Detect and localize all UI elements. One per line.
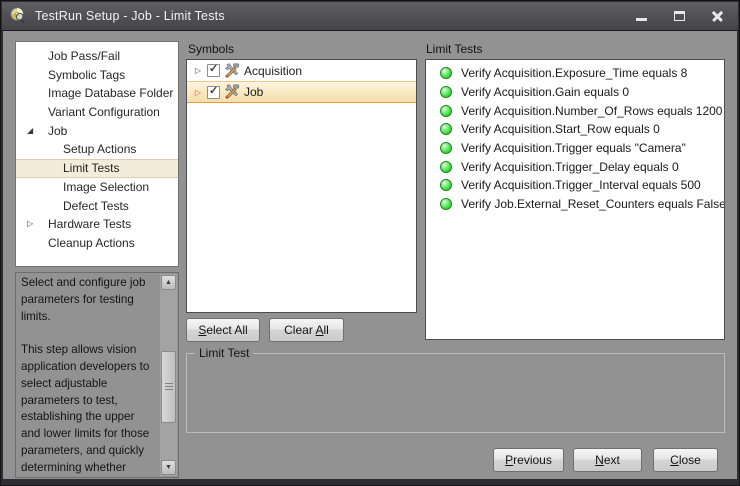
maximize-icon — [674, 11, 685, 21]
status-led-green-icon — [440, 105, 452, 117]
collapse-arrow-icon[interactable]: ◢ — [27, 122, 41, 141]
limit-test-item[interactable]: Verify Acquisition.Trigger_Interval equa… — [426, 176, 724, 195]
sidebar-item-defect-tests[interactable]: Defect Tests — [16, 197, 178, 216]
dialog-body: Job Pass/FailSymbolic TagsImage Database… — [3, 31, 737, 479]
maximize-button[interactable] — [666, 6, 692, 26]
description-paragraph: This step allows vision application deve… — [21, 342, 155, 475]
tools-icon — [224, 63, 240, 79]
sidebar-item-limit-tests[interactable]: Limit Tests — [16, 159, 178, 178]
sidebar-item-variant-configuration[interactable]: Variant Configuration — [16, 103, 178, 122]
scroll-thumb[interactable] — [161, 351, 176, 423]
sidebar-item-setup-actions[interactable]: Setup Actions — [16, 140, 178, 159]
close-button[interactable] — [704, 6, 730, 26]
sidebar-item-label: Image Database Folder — [16, 84, 173, 103]
previous-button[interactable]: Previous — [493, 448, 564, 472]
sidebar-item-label: Variant Configuration — [16, 103, 160, 122]
scroll-grip-icon — [165, 383, 173, 391]
symbol-checkbox[interactable]: ✓ — [207, 86, 220, 99]
status-led-green-icon — [440, 67, 452, 79]
window-controls — [628, 2, 730, 30]
navigation-panel: Job Pass/FailSymbolic TagsImage Database… — [15, 41, 179, 267]
sidebar-item-image-selection[interactable]: Image Selection — [16, 178, 178, 197]
window-title: TestRun Setup - Job - Limit Tests — [35, 9, 225, 23]
next-button[interactable]: Next — [573, 448, 642, 472]
limit-test-item[interactable]: Verify Acquisition.Trigger equals "Camer… — [426, 139, 724, 158]
close-dialog-button[interactable]: Close — [653, 448, 718, 472]
sidebar-item-label: Symbolic Tags — [16, 66, 125, 85]
limit-test-label: Verify Acquisition.Trigger_Interval equa… — [461, 178, 701, 192]
limit-test-item[interactable]: Verify Acquisition.Gain equals 0 — [426, 83, 724, 102]
limit-test-item[interactable]: Verify Acquisition.Trigger_Delay equals … — [426, 157, 724, 176]
title-bar: TestRun Setup - Job - Limit Tests — [2, 2, 738, 31]
limit-test-item[interactable]: Verify Acquisition.Number_Of_Rows equals… — [426, 101, 724, 120]
testrun-setup-window: TestRun Setup - Job - Limit Tests Job Pa… — [0, 0, 740, 486]
sidebar-item-label: Setup Actions — [16, 140, 136, 159]
minimize-button[interactable] — [628, 6, 654, 26]
scroll-up-button[interactable]: ▲ — [161, 275, 176, 290]
app-icon — [9, 7, 27, 25]
limit-test-label: Verify Acquisition.Trigger_Delay equals … — [461, 160, 679, 174]
minimize-icon — [636, 18, 647, 21]
sidebar-item-label: Limit Tests — [16, 160, 119, 177]
sidebar-item-job[interactable]: ◢Job — [16, 122, 178, 141]
symbol-label: Job — [244, 85, 263, 99]
description-text: Select and configure job parameters for … — [21, 275, 155, 475]
symbol-row-acquisition[interactable]: ▷ ✓ Acquisition — [187, 60, 416, 81]
symbols-label: Symbols — [188, 42, 234, 56]
symbol-checkbox[interactable]: ✓ — [207, 64, 220, 77]
status-led-green-icon — [440, 86, 452, 98]
status-led-green-icon — [440, 179, 452, 191]
expand-arrow-icon[interactable]: ▷ — [192, 66, 204, 75]
select-all-button[interactable]: Select All — [186, 318, 260, 342]
limit-test-label: Verify Acquisition.Exposure_Time equals … — [461, 66, 687, 80]
limit-test-group: Limit Test — [186, 353, 725, 433]
sidebar-item-job-pass-fail[interactable]: Job Pass/Fail — [16, 47, 178, 66]
limit-test-label: Verify Acquisition.Number_Of_Rows equals… — [461, 104, 722, 118]
expand-arrow-icon[interactable]: ▷ — [192, 88, 204, 97]
checkmark-icon: ✓ — [209, 62, 218, 75]
limit-test-label: Verify Acquisition.Start_Row equals 0 — [461, 122, 660, 136]
limit-test-item[interactable]: Verify Acquisition.Exposure_Time equals … — [426, 64, 724, 83]
checkmark-icon: ✓ — [209, 84, 218, 97]
symbols-list: ▷ ✓ Acquisition ▷ ✓ Job — [186, 59, 417, 313]
sidebar-item-label: Job — [16, 122, 67, 141]
status-led-green-icon — [440, 161, 452, 173]
limit-tests-list: Verify Acquisition.Exposure_Time equals … — [425, 59, 725, 340]
limit-test-group-label: Limit Test — [195, 346, 253, 360]
sidebar-item-cleanup-actions[interactable]: Cleanup Actions — [16, 234, 178, 253]
status-led-green-icon — [440, 142, 452, 154]
clear-all-button[interactable]: Clear All — [269, 318, 344, 342]
close-icon — [711, 10, 724, 23]
expand-arrow-icon[interactable]: ▷ — [27, 215, 41, 234]
limit-test-label: Verify Acquisition.Trigger equals "Camer… — [461, 141, 686, 155]
description-scrollbar[interactable]: ▲ ▼ — [160, 274, 177, 476]
symbol-label: Acquisition — [244, 64, 302, 78]
scroll-down-button[interactable]: ▼ — [161, 460, 176, 475]
sidebar-item-label: Defect Tests — [16, 197, 129, 216]
description-box: Select and configure job parameters for … — [15, 272, 179, 478]
sidebar-item-symbolic-tags[interactable]: Symbolic Tags — [16, 66, 178, 85]
sidebar-item-label: Cleanup Actions — [16, 234, 135, 253]
symbol-row-job[interactable]: ▷ ✓ Job — [187, 81, 416, 103]
sidebar-item-image-database-folder[interactable]: Image Database Folder — [16, 84, 178, 103]
sidebar-item-label: Job Pass/Fail — [16, 47, 120, 66]
description-paragraph: Select and configure job parameters for … — [21, 275, 155, 325]
limit-test-label: Verify Acquisition.Gain equals 0 — [461, 85, 629, 99]
sidebar-item-label: Image Selection — [16, 178, 149, 197]
limit-test-label: Verify Job.External_Reset_Counters equal… — [461, 197, 725, 211]
limit-test-item[interactable]: Verify Acquisition.Start_Row equals 0 — [426, 120, 724, 139]
limit-test-item[interactable]: Verify Job.External_Reset_Counters equal… — [426, 195, 724, 214]
status-led-green-icon — [440, 123, 452, 135]
sidebar-item-hardware-tests[interactable]: ▷Hardware Tests — [16, 215, 178, 234]
limit-tests-label: Limit Tests — [426, 42, 482, 56]
status-led-green-icon — [440, 198, 452, 210]
tools-icon — [224, 84, 240, 100]
